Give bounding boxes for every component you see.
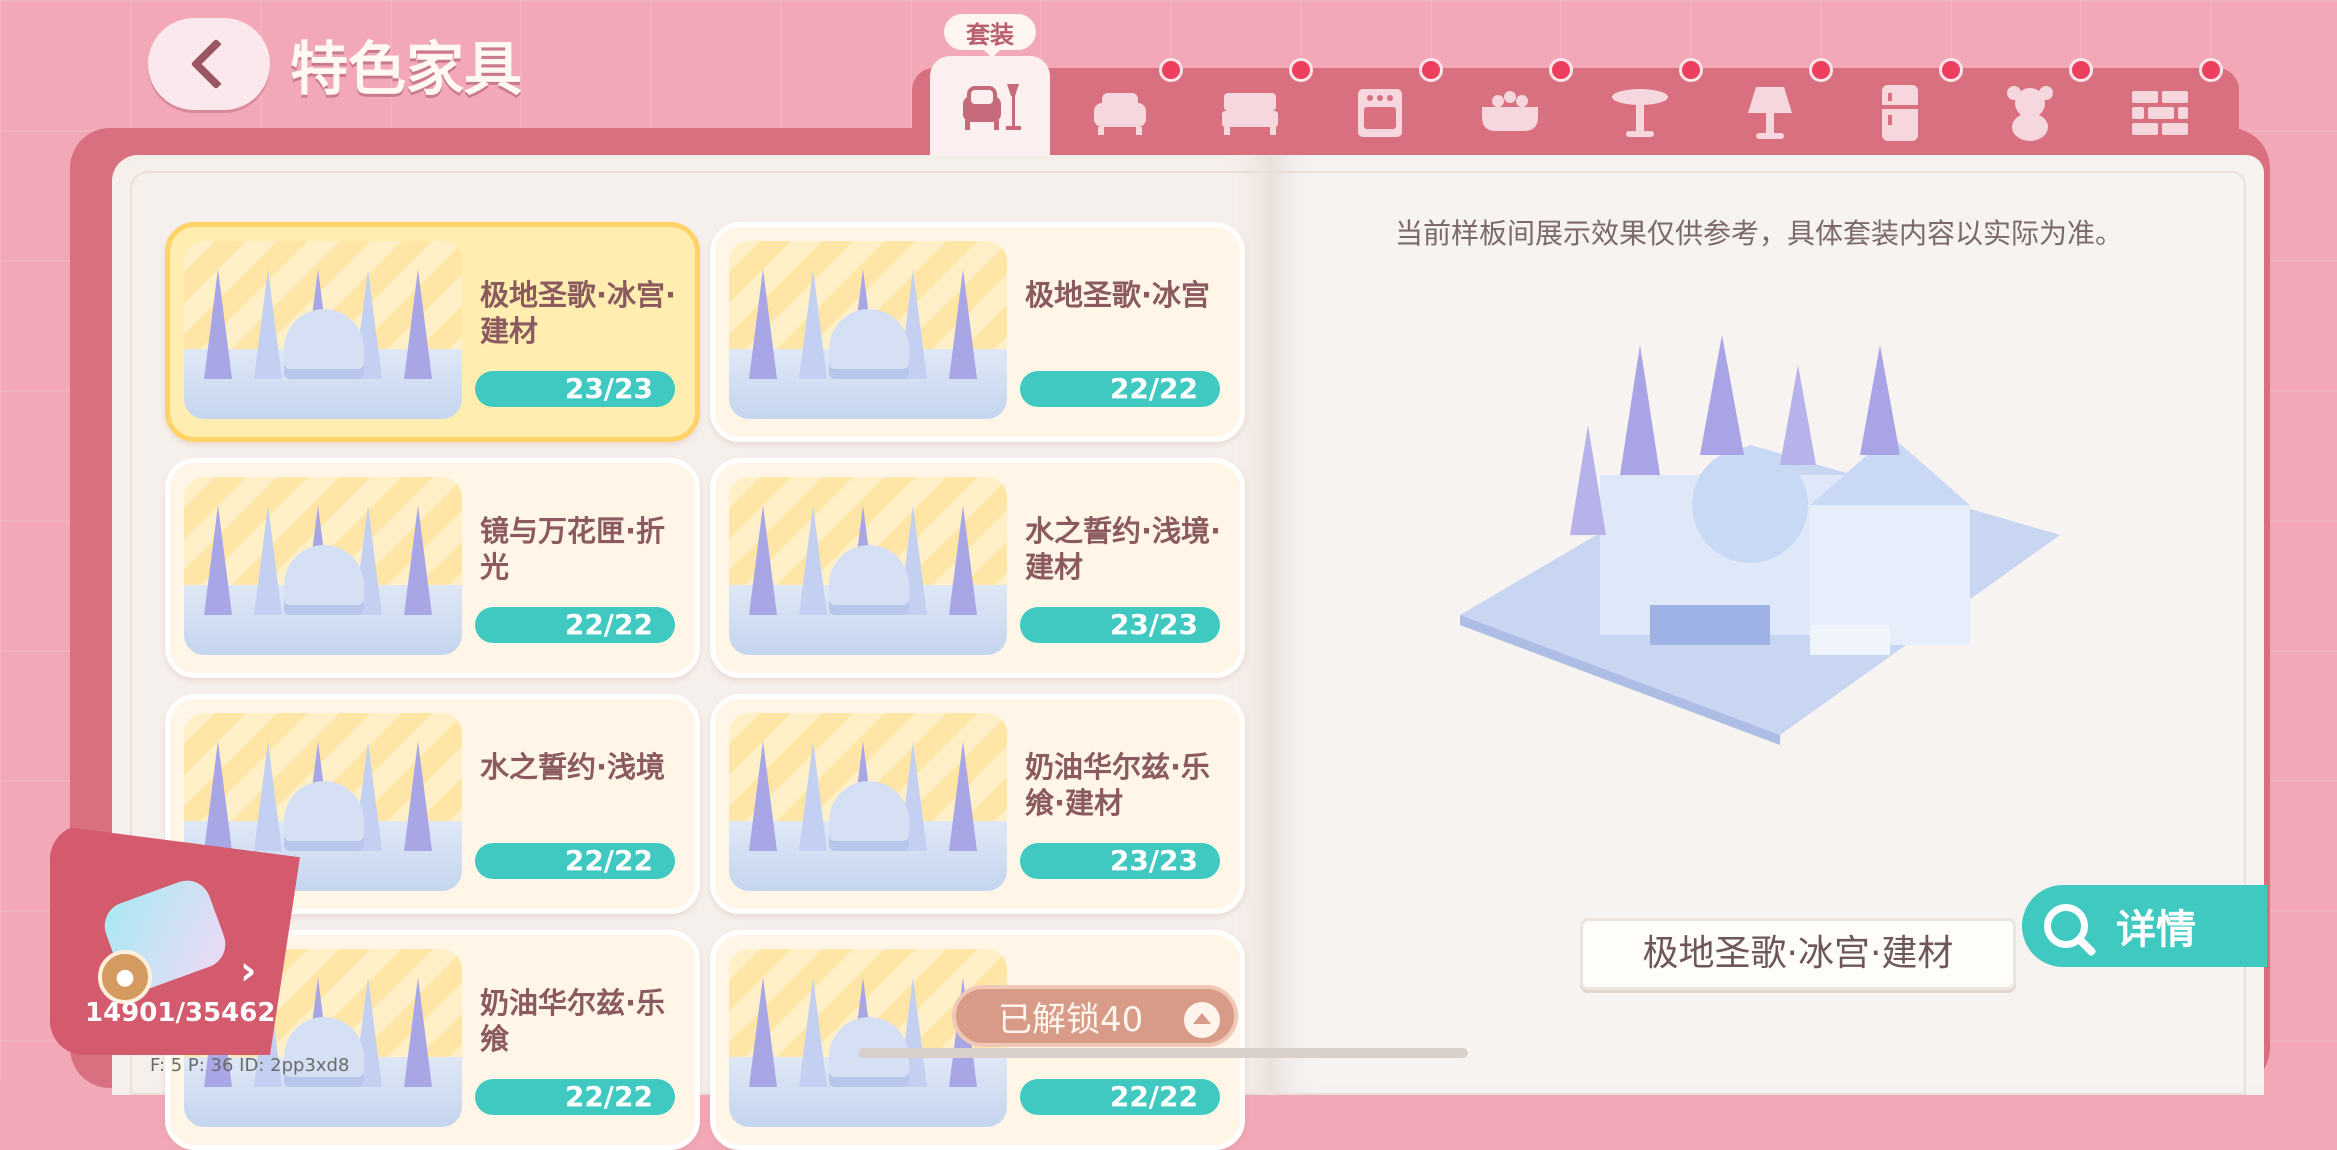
set-progress-badge: 22/22 (475, 1079, 675, 1115)
new-dot (1419, 58, 1443, 82)
tab-bed[interactable] (1195, 58, 1313, 158)
home-indicator (858, 1048, 1468, 1058)
set-title: 水之誓约·浅境 (480, 750, 666, 784)
back-button[interactable] (148, 18, 270, 110)
sofa-badge-icon: ● (98, 950, 152, 1004)
set-card[interactable]: 镜与万花匣·折光 22/22 (165, 458, 700, 678)
new-dot (1679, 58, 1703, 82)
set-title: 极地圣歌·冰宫 (1025, 278, 1211, 312)
stove-icon (1358, 89, 1402, 137)
tab-kitchen[interactable] (1325, 58, 1443, 158)
chevron-left-icon (190, 38, 242, 90)
set-title: 极地圣歌·冰宫·建材 (480, 278, 677, 348)
debug-overlay: F: 5 P: 36 ID: 2pp3xd8 (150, 1055, 350, 1076)
brick-wall-icon (2132, 91, 2188, 135)
tab-sofa[interactable] (1065, 58, 1183, 158)
tab-bath[interactable] (1455, 58, 1573, 158)
set-title: 奶油华尔兹·乐飨 (480, 986, 666, 1056)
set-thumbnail (184, 241, 462, 419)
tab-table[interactable] (1585, 58, 1703, 158)
round-table-icon (1612, 89, 1668, 137)
tab-lighting[interactable] (1715, 58, 1833, 158)
new-dot (1289, 58, 1313, 82)
chevron-right-icon[interactable]: › (240, 948, 256, 994)
new-dot (2199, 58, 2223, 82)
selected-set-name: 极地圣歌·冰宫·建材 (1580, 918, 2016, 990)
set-card[interactable]: 水之誓约·浅境·建材 23/23 (710, 458, 1245, 678)
preview-notice: 当前样板间展示效果仅供参考，具体套装内容以实际为准。 (1395, 217, 2124, 250)
tab-wall[interactable] (2105, 58, 2223, 158)
new-dot (1549, 58, 1573, 82)
set-card[interactable]: 奶油华尔兹·乐飨·建材 23/23 (710, 694, 1245, 914)
set-title: 奶油华尔兹·乐飨·建材 (1025, 750, 1211, 820)
search-icon (2044, 904, 2088, 948)
set-progress-badge: 22/22 (475, 843, 675, 879)
set-thumbnail (729, 713, 1007, 891)
tab-appliance[interactable] (1845, 58, 1963, 158)
set-card[interactable]: 极地圣歌·冰宫 22/22 (710, 222, 1245, 442)
tab-set[interactable] (930, 56, 1050, 156)
set-thumbnail (729, 241, 1007, 419)
detail-button[interactable]: 详情 (2022, 885, 2267, 967)
set-preview-image (1460, 335, 2060, 745)
set-progress-badge: 23/23 (475, 371, 675, 407)
set-title: 镜与万花匣·折光 (480, 514, 666, 584)
set-progress-badge: 22/22 (1020, 1079, 1220, 1115)
new-dot (2069, 58, 2093, 82)
chevron-up-icon (1184, 1002, 1220, 1038)
set-progress-badge: 22/22 (475, 607, 675, 643)
set-thumbnail (184, 477, 462, 655)
bathtub-icon (1482, 91, 1538, 131)
set-card[interactable]: 极地圣歌·冰宫·建材 23/23 (165, 222, 700, 442)
new-dot (1159, 58, 1183, 82)
set-progress-badge: 23/23 (1020, 607, 1220, 643)
unlocked-filter-button[interactable]: 已解锁40 (952, 985, 1238, 1047)
set-title: 水之誓约·浅境·建材 (1025, 514, 1222, 584)
tab-active-label: 套装 (944, 14, 1036, 58)
fridge-icon (1882, 85, 1918, 141)
set-progress-badge: 23/23 (1020, 843, 1220, 879)
unlocked-label: 已解锁40 (998, 1000, 1144, 1040)
set-thumbnail (729, 477, 1007, 655)
armchair-lamp-icon (963, 84, 1021, 130)
tab-decor[interactable] (1975, 58, 2093, 158)
collection-count: 14901/35462 (85, 998, 276, 1028)
new-dot (1809, 58, 1833, 82)
lamp-icon (1748, 87, 1792, 139)
set-progress-badge: 22/22 (1020, 371, 1220, 407)
detail-button-label: 详情 (2116, 907, 2196, 953)
new-dot (1939, 58, 1963, 82)
teddy-bear-icon (2007, 86, 2053, 141)
bed-icon (1222, 93, 1278, 135)
sofa-icon (1094, 93, 1146, 135)
page-title: 特色家具 (290, 35, 523, 103)
